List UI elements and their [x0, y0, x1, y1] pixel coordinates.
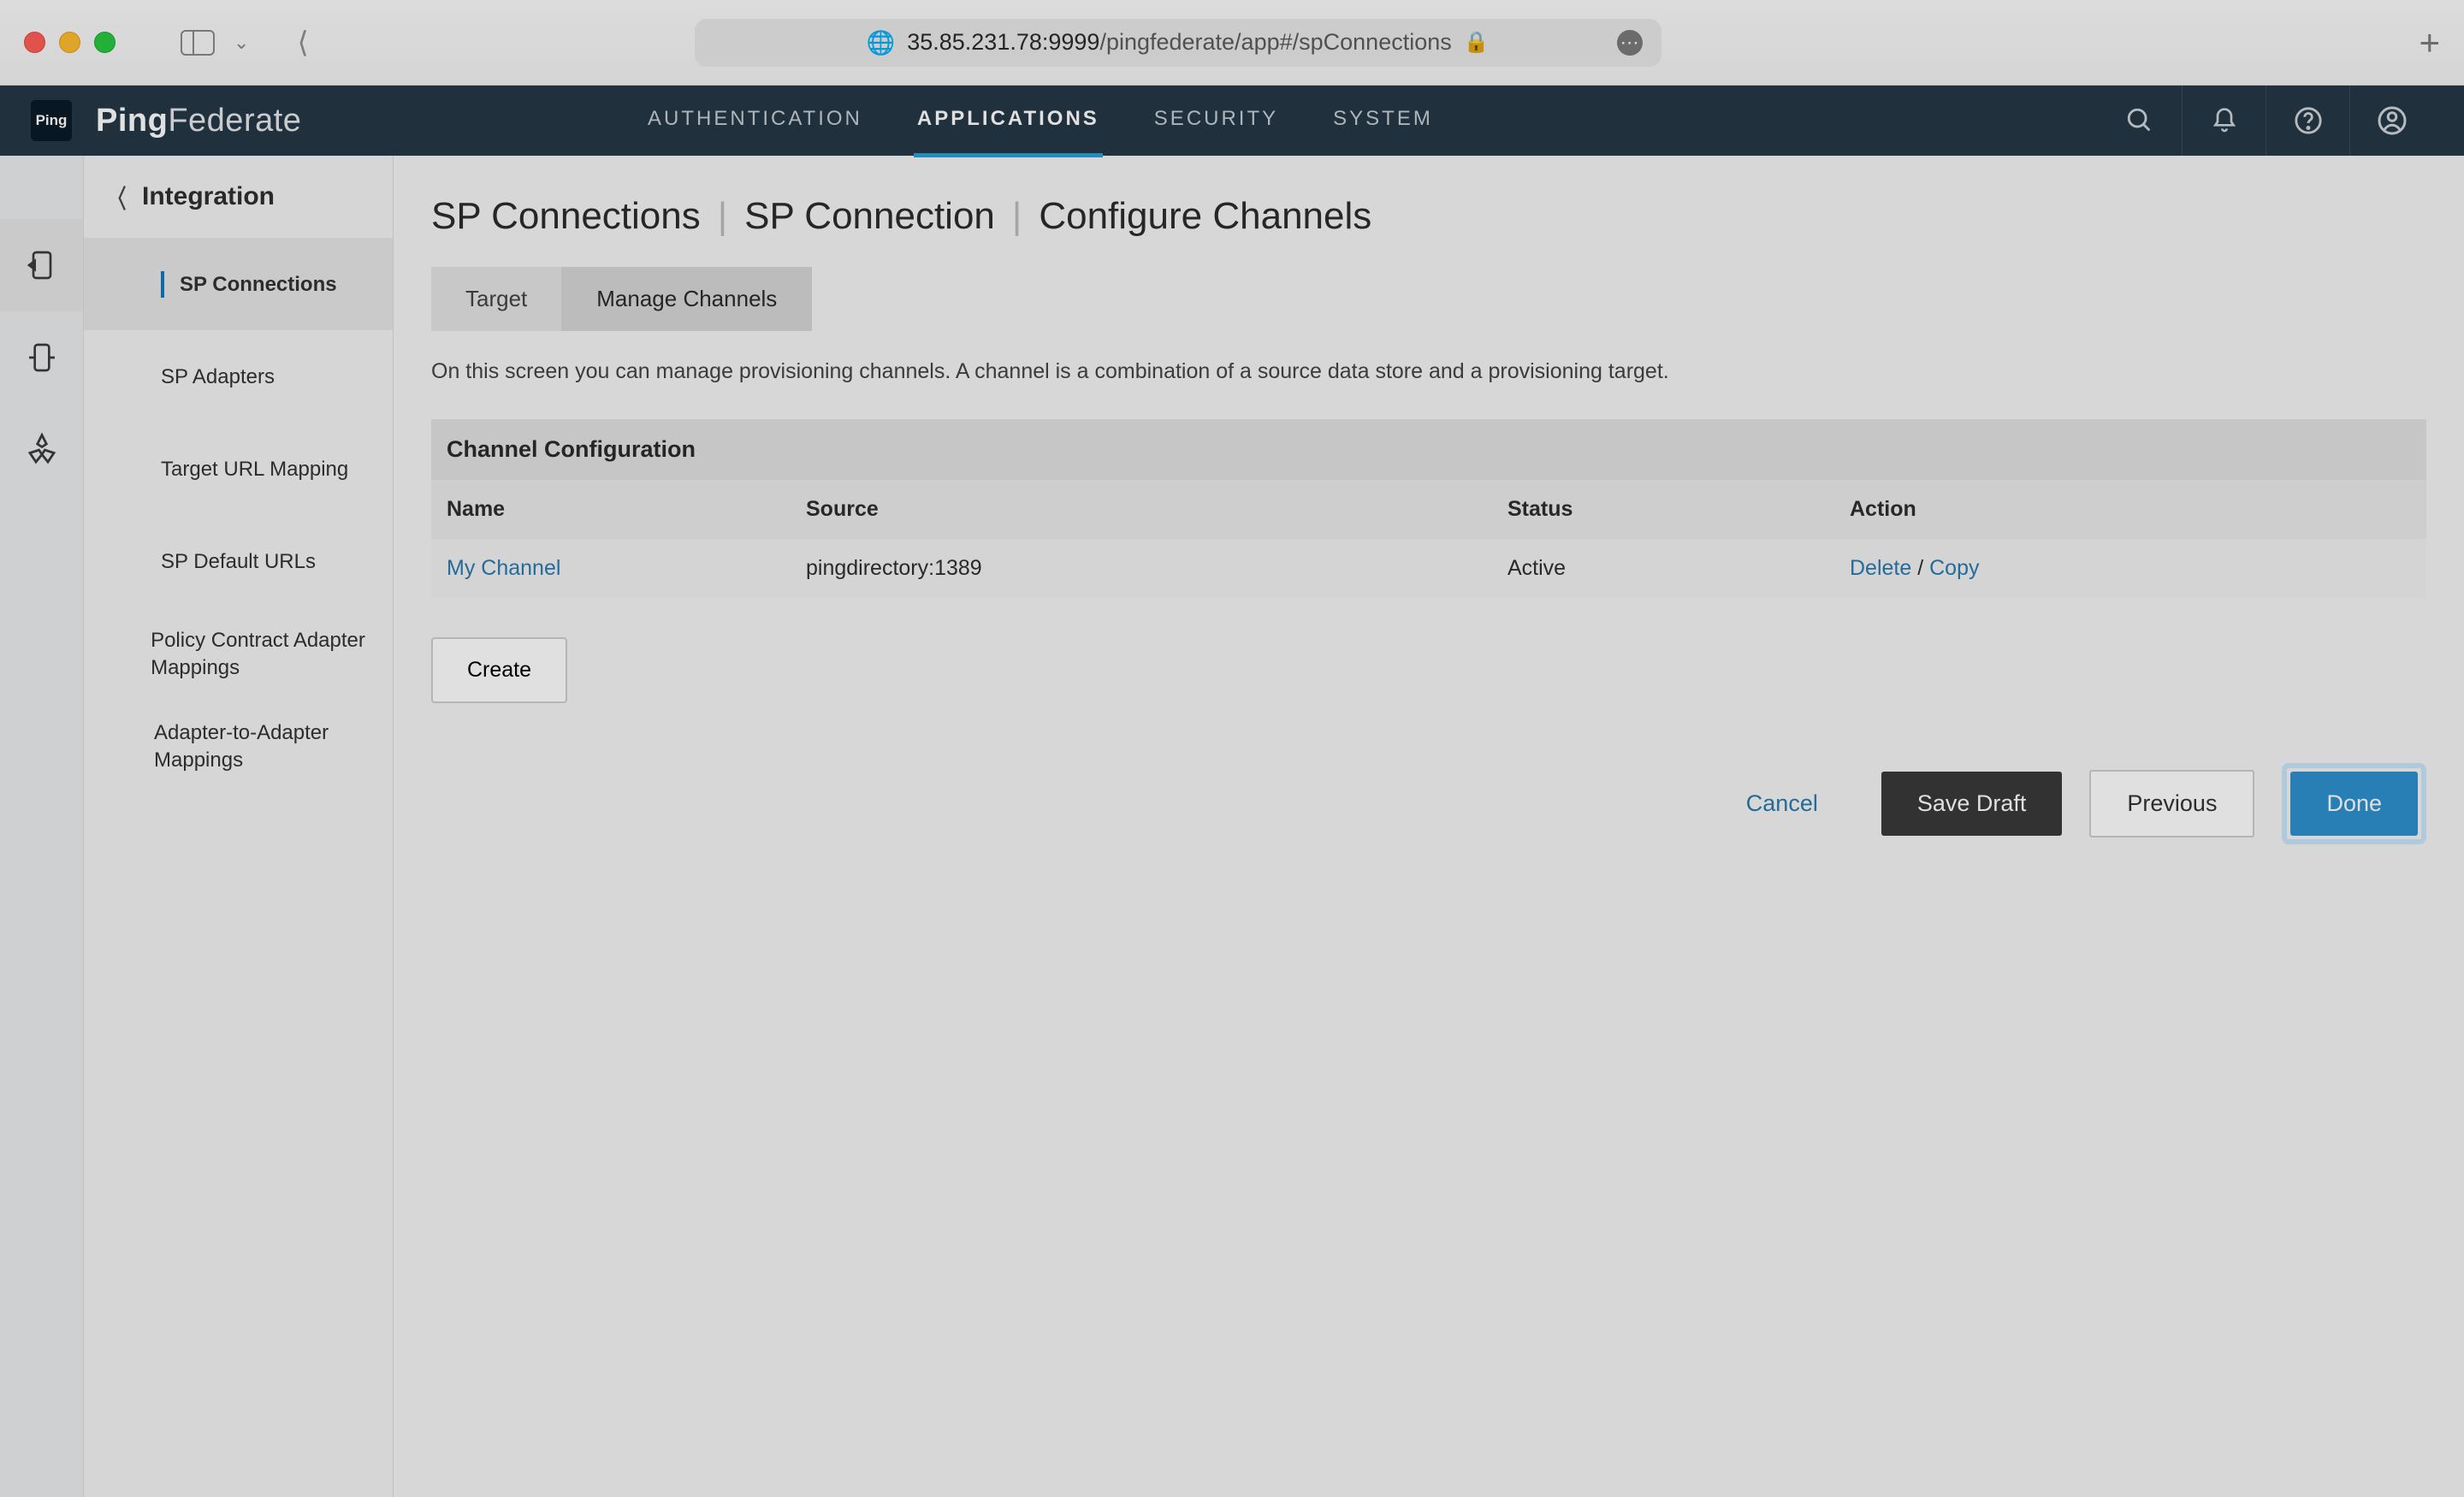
sidebar-item-sp-adapters[interactable]: SP Adapters	[84, 330, 393, 423]
search-icon[interactable]	[2098, 86, 2182, 156]
help-icon[interactable]	[2266, 86, 2349, 156]
chevron-left-icon: 〈	[109, 178, 127, 216]
sidebar-item-label: Target URL Mapping	[161, 456, 348, 482]
done-button[interactable]: Done	[2290, 772, 2418, 836]
minimize-window-button[interactable]	[59, 32, 80, 53]
table-row: My Channel pingdirectory:1389 Active Del…	[431, 539, 2426, 598]
browser-titlebar: ⌄ ⟨ 🌐 35.85.231.78:9999/pingfederate/app…	[0, 0, 2464, 86]
nav-security[interactable]: SECURITY	[1151, 85, 1282, 157]
workspace: 〈 Integration SP Connections SP Adapters…	[0, 156, 2464, 1497]
breadcrumb-level-2: Configure Channels	[1039, 195, 1371, 238]
footer-buttons: Cancel Save Draft Previous Done	[431, 763, 2426, 844]
window-controls	[24, 32, 116, 53]
sidebar-back-button[interactable]: 〈 Integration	[84, 156, 393, 238]
brand-name: PingFederate	[96, 103, 301, 139]
sidebar-item-label: Policy Contract Adapter Mappings	[151, 627, 372, 680]
sidebar-item-adapter-to-adapter-mappings[interactable]: Adapter-to-Adapter Mappings	[84, 700, 393, 792]
breadcrumb: SP Connections | SP Connection | Configu…	[431, 195, 2426, 238]
rail-sp-adapters-icon[interactable]	[0, 311, 83, 404]
breadcrumb-sep: |	[718, 195, 727, 238]
sidebar-title: Integration	[142, 182, 275, 211]
sidebar-item-label: SP Adapters	[161, 364, 275, 390]
tab-bar: Target Manage Channels	[431, 267, 2426, 331]
table-section-title: Channel Configuration	[431, 419, 2426, 480]
header-icons	[2098, 86, 2433, 156]
nav-system[interactable]: SYSTEM	[1330, 85, 1436, 157]
main-content: SP Connections | SP Connection | Configu…	[394, 156, 2464, 1497]
col-source: Source	[791, 480, 1492, 539]
action-sep: /	[1911, 556, 1929, 580]
url-more-icon[interactable]: ⋯	[1617, 30, 1643, 56]
nav-applications[interactable]: APPLICATIONS	[914, 85, 1103, 157]
breadcrumb-level-0[interactable]: SP Connections	[431, 195, 701, 238]
brand-logo: Ping	[31, 100, 72, 141]
tab-manage-channels[interactable]: Manage Channels	[562, 267, 812, 331]
nav-authentication[interactable]: AUTHENTICATION	[644, 85, 866, 157]
channel-config-table: Channel Configuration Name Source Status…	[431, 419, 2426, 598]
user-icon[interactable]	[2349, 86, 2433, 156]
col-name: Name	[431, 480, 791, 539]
sidebar-item-label: SP Default URLs	[161, 548, 316, 575]
rail-target-url-icon[interactable]	[0, 404, 83, 496]
sidebar-item-sp-connections[interactable]: SP Connections	[84, 238, 393, 330]
col-action: Action	[1834, 480, 2426, 539]
col-status: Status	[1492, 480, 1834, 539]
url-path: /pingfederate/app#/spConnections	[1099, 29, 1451, 55]
create-button[interactable]: Create	[431, 637, 567, 703]
bell-icon[interactable]	[2182, 86, 2266, 156]
done-highlight-ring: Done	[2282, 763, 2426, 844]
close-window-button[interactable]	[24, 32, 45, 53]
top-nav: AUTHENTICATION APPLICATIONS SECURITY SYS…	[644, 85, 1436, 157]
sidebar-item-policy-contract-adapter-mappings[interactable]: Policy Contract Adapter Mappings	[84, 607, 393, 700]
tab-target[interactable]: Target	[431, 267, 562, 331]
back-button-icon[interactable]: ⟨	[297, 26, 308, 60]
delete-link[interactable]: Delete	[1850, 556, 1911, 580]
page-description: On this screen you can manage provisioni…	[431, 357, 2426, 387]
address-bar[interactable]: 🌐 35.85.231.78:9999/pingfederate/app#/sp…	[695, 19, 1661, 67]
cancel-button[interactable]: Cancel	[1710, 772, 1854, 836]
breadcrumb-sep: |	[1012, 195, 1022, 238]
sidebar-item-label: SP Connections	[161, 271, 337, 298]
copy-link[interactable]: Copy	[1929, 556, 1979, 580]
sidebar-item-label: Adapter-to-Adapter Mappings	[154, 719, 372, 772]
previous-button[interactable]: Previous	[2089, 770, 2254, 837]
channel-name-link[interactable]: My Channel	[447, 556, 560, 580]
globe-icon: 🌐	[867, 29, 896, 56]
channel-source: pingdirectory:1389	[791, 539, 1492, 598]
rail-sp-connections-icon[interactable]	[0, 219, 83, 311]
icon-rail	[0, 156, 84, 1497]
chevron-down-icon[interactable]: ⌄	[234, 32, 249, 54]
channel-status: Active	[1492, 539, 1834, 598]
save-draft-button[interactable]: Save Draft	[1881, 772, 2063, 836]
sidebar-item-target-url-mapping[interactable]: Target URL Mapping	[84, 423, 393, 515]
zoom-window-button[interactable]	[94, 32, 116, 53]
sidebar: 〈 Integration SP Connections SP Adapters…	[84, 156, 394, 1497]
url-host: 35.85.231.78:9999	[907, 29, 1099, 55]
app-header: Ping PingFederate AUTHENTICATION APPLICA…	[0, 86, 2464, 156]
sidebar-toggle-icon[interactable]	[181, 30, 215, 56]
breadcrumb-level-1[interactable]: SP Connection	[744, 195, 995, 238]
new-tab-button[interactable]: +	[2419, 22, 2440, 63]
sidebar-item-sp-default-urls[interactable]: SP Default URLs	[84, 515, 393, 607]
lock-icon: 🔒	[1464, 30, 1490, 55]
